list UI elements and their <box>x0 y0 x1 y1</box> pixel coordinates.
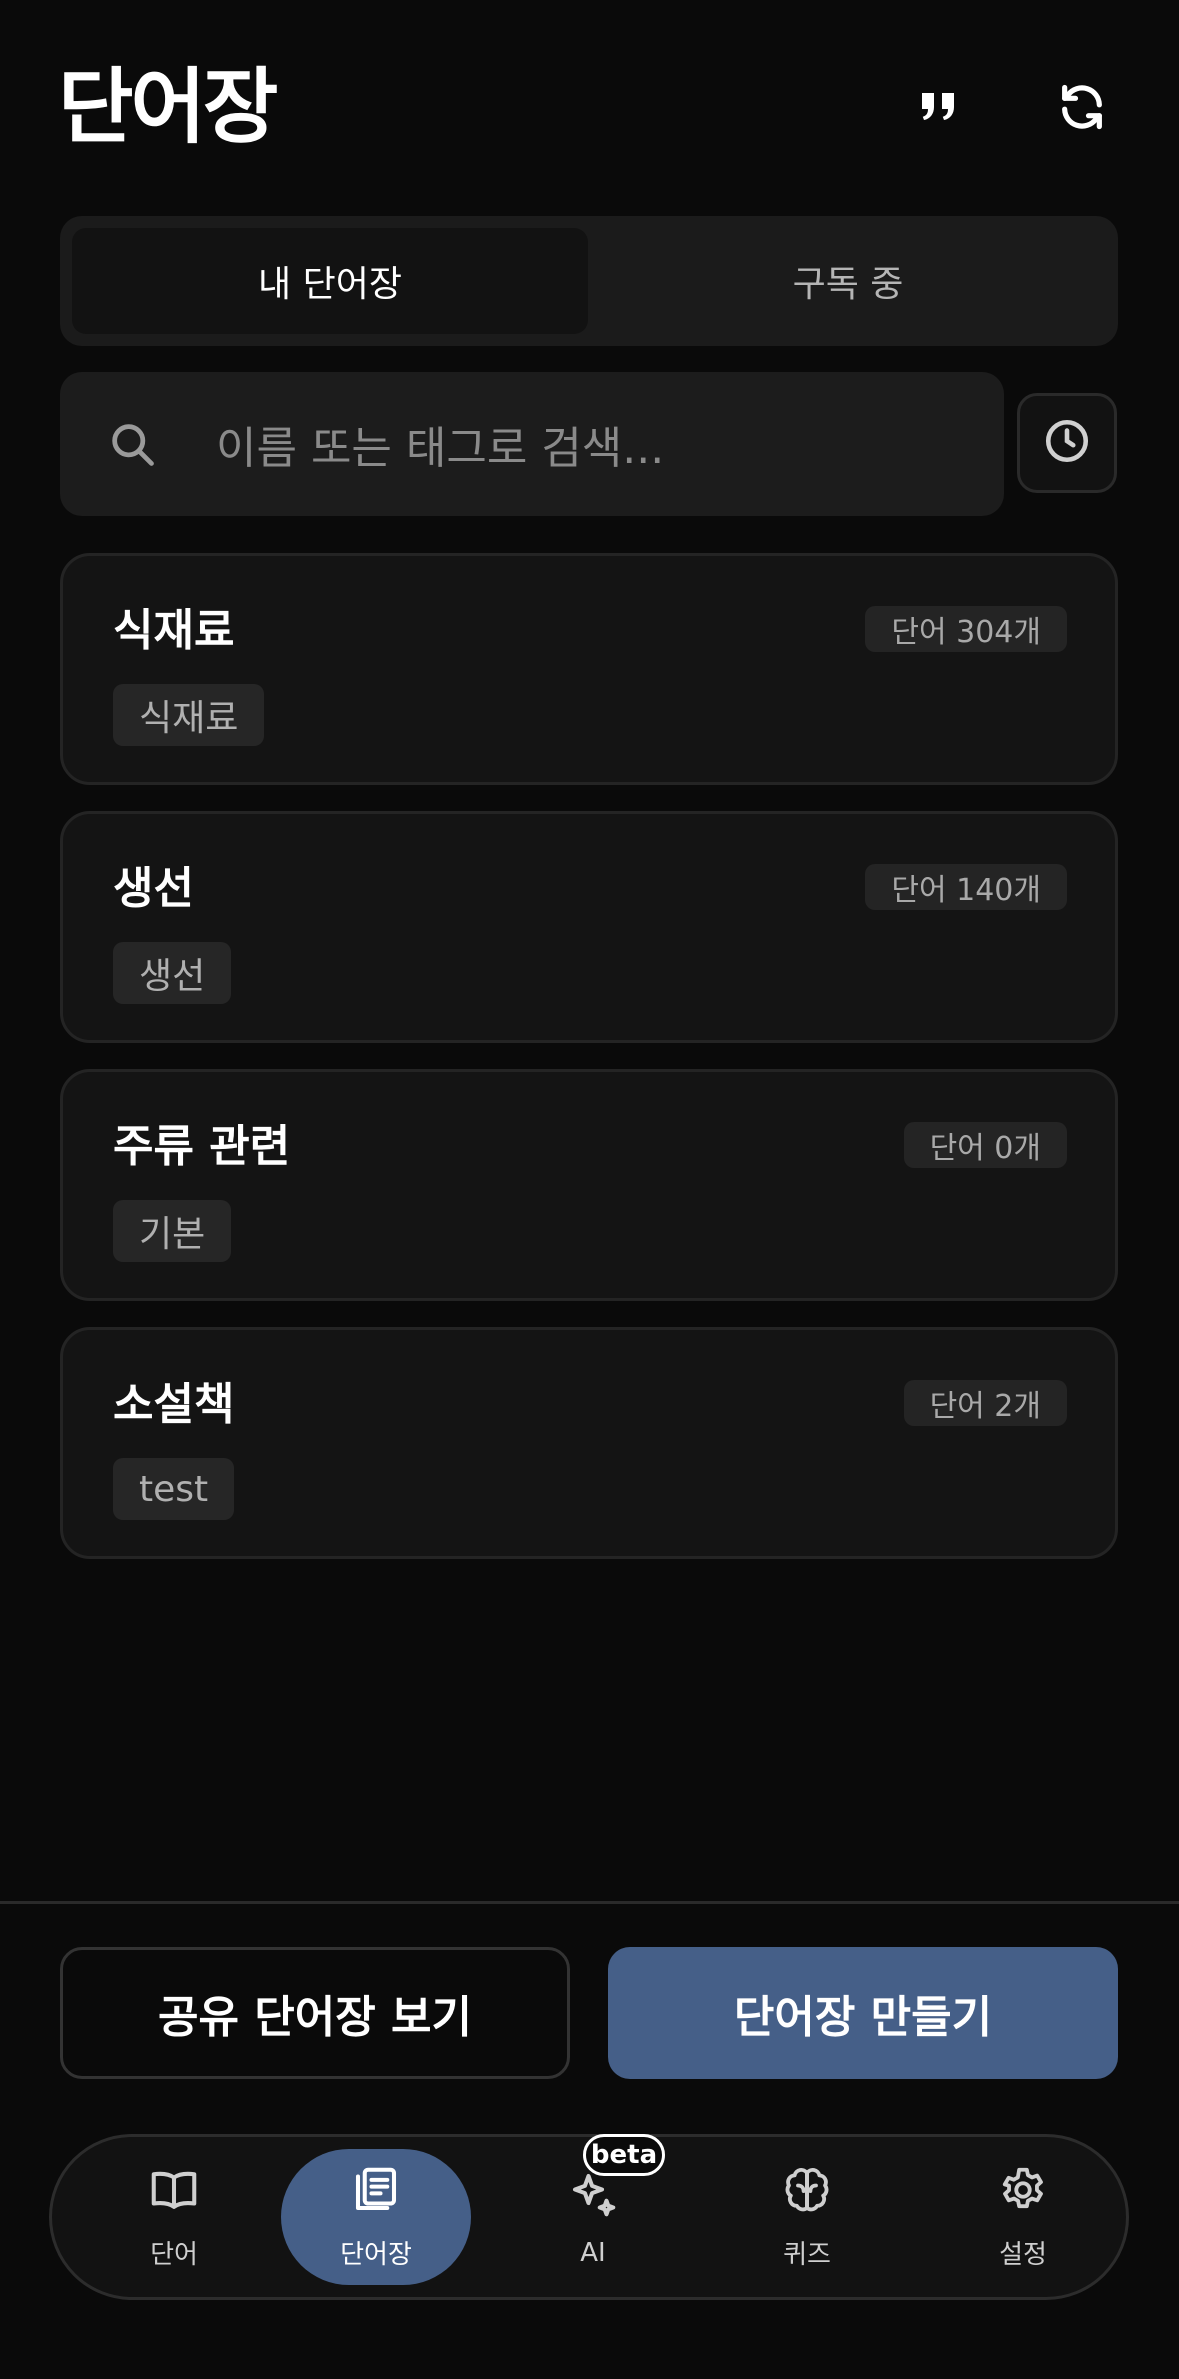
word-count-badge: 단어 0개 <box>903 1122 1067 1168</box>
nav-label-ai: AI <box>580 2237 606 2268</box>
beta-badge: beta <box>583 2134 665 2176</box>
refresh-icon[interactable] <box>1046 71 1118 143</box>
word-count-badge: 단어 140개 <box>865 864 1067 910</box>
gear-icon <box>996 2163 1050 2224</box>
notebooks-icon <box>349 2163 403 2224</box>
nav-label-wordbooks: 단어장 <box>340 2240 412 2270</box>
search-icon <box>106 418 158 474</box>
page-title: 단어장 <box>58 60 278 155</box>
wordbook-tag: test <box>113 1458 235 1520</box>
wordbook-tag: 기본 <box>113 1200 232 1262</box>
wordbook-card[interactable]: 소설책 단어 2개 test <box>60 1327 1118 1559</box>
tab-subscribed[interactable]: 구독 중 <box>590 228 1106 334</box>
search-input[interactable]: 이름 또는 태그로 검색... <box>60 372 1004 516</box>
wordbook-card[interactable]: 생선 단어 140개 생선 <box>60 811 1118 1043</box>
wordbook-card[interactable]: 식재료 단어 304개 식재료 <box>60 553 1118 785</box>
wordbook-card[interactable]: 주류 관련 단어 0개 기본 <box>60 1069 1118 1301</box>
word-count-badge: 단어 304개 <box>865 606 1067 652</box>
book-icon <box>147 2163 201 2224</box>
nav-label-settings: 설정 <box>999 2240 1047 2270</box>
brain-icon <box>780 2163 834 2224</box>
view-shared-wordbooks-button[interactable]: 공유 단어장 보기 <box>60 1947 570 2079</box>
wordbook-tag: 식재료 <box>113 684 265 746</box>
wordbook-tag: 생선 <box>113 942 232 1004</box>
wordbook-name: 주류 관련 <box>113 1121 291 1172</box>
tab-switcher: 내 단어장 구독 중 <box>60 216 1118 346</box>
nav-label-words: 단어 <box>150 2240 198 2270</box>
nav-item-wordbooks[interactable]: 단어장 <box>281 2149 471 2285</box>
word-count-badge: 단어 2개 <box>903 1380 1067 1426</box>
wordbook-name: 소설책 <box>113 1379 235 1430</box>
quote-icon[interactable] <box>902 71 974 143</box>
nav-item-settings[interactable]: 설정 <box>928 2149 1118 2285</box>
clock-icon <box>1042 416 1092 470</box>
nav-label-quiz: 퀴즈 <box>783 2240 831 2270</box>
history-button[interactable] <box>1017 393 1117 493</box>
create-wordbook-button[interactable]: 단어장 만들기 <box>608 1947 1118 2079</box>
wordbook-name: 식재료 <box>113 605 235 656</box>
nav-item-quiz[interactable]: 퀴즈 <box>712 2149 902 2285</box>
bottom-divider <box>0 1901 1179 1904</box>
tab-my-wordbooks[interactable]: 내 단어장 <box>72 228 588 334</box>
wordbook-name: 생선 <box>113 863 194 914</box>
nav-item-words[interactable]: 단어 <box>79 2149 269 2285</box>
search-placeholder: 이름 또는 태그로 검색... <box>216 423 665 474</box>
